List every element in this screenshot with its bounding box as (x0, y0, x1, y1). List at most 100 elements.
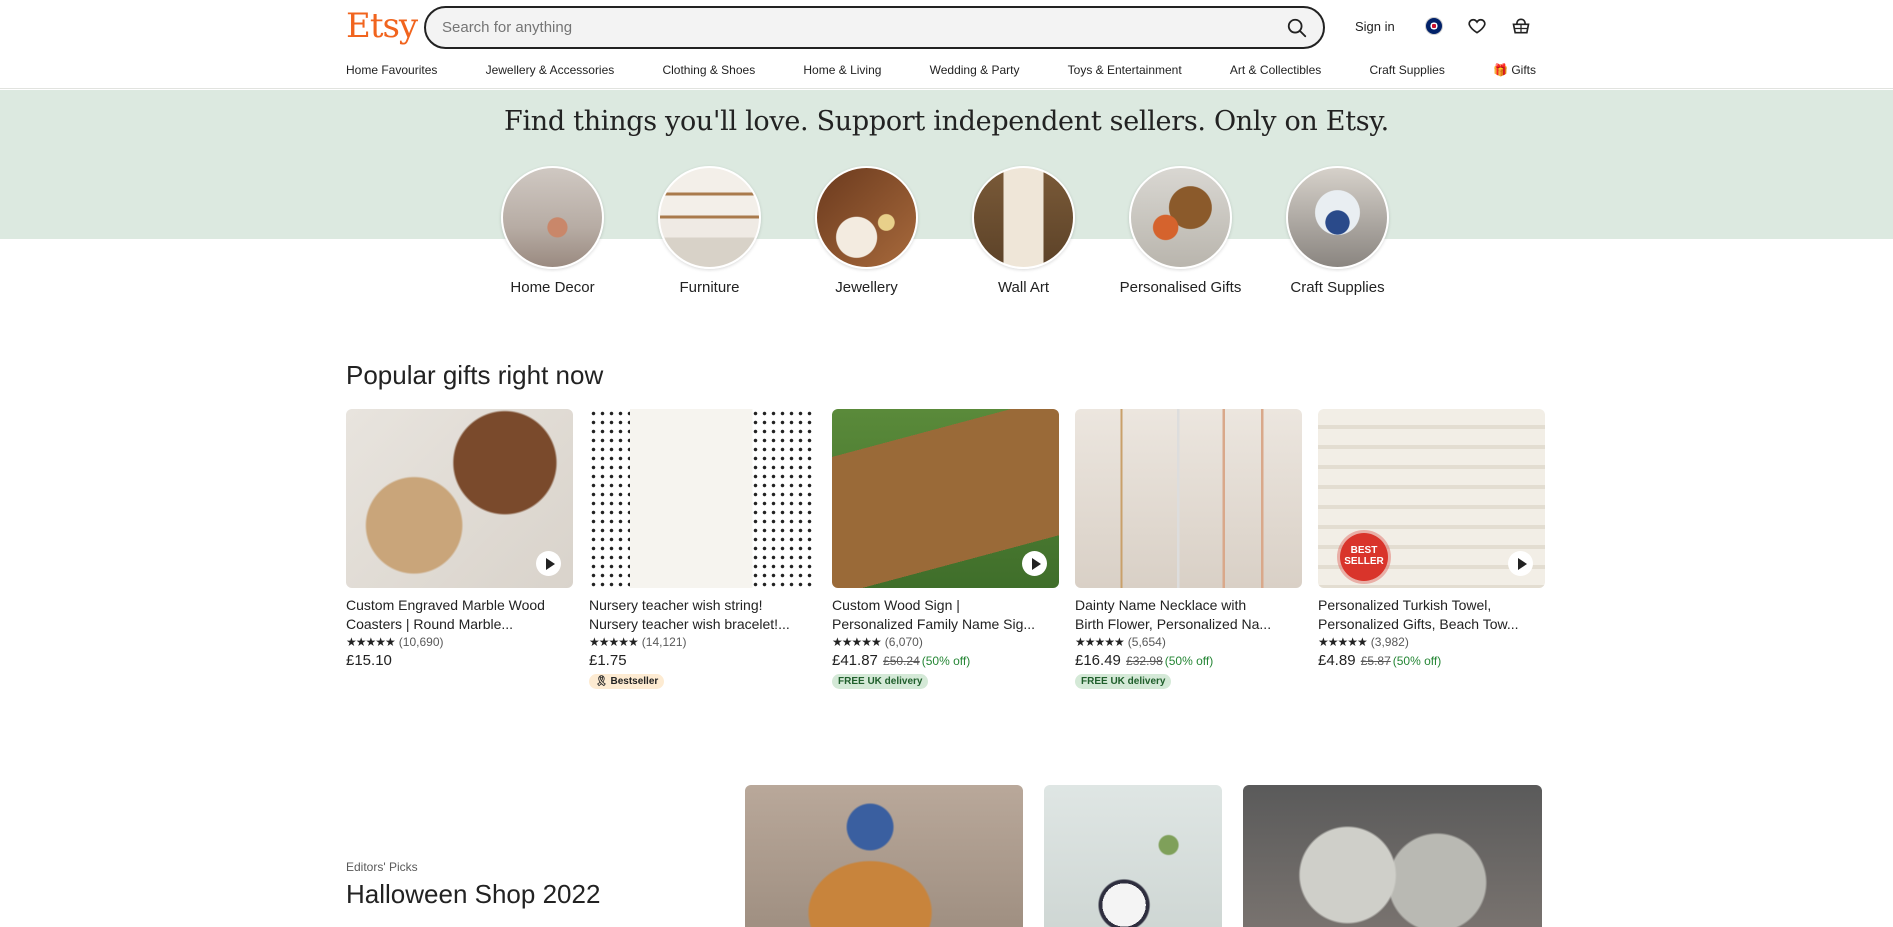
product-title-line: Nursery teacher wish bracelet!... (589, 616, 790, 632)
free-delivery-badge: FREE UK delivery (832, 674, 929, 689)
product-card[interactable]: Nursery teacher wish string! Nursery tea… (589, 409, 816, 689)
heart-icon (1468, 18, 1486, 34)
nav-home-living[interactable]: Home & Living (803, 63, 881, 77)
original-price: £32.98 (1126, 654, 1163, 668)
product-image[interactable] (1075, 409, 1302, 588)
category-jewellery[interactable]: Jewellery (815, 166, 918, 297)
sign-in-link[interactable]: Sign in (1355, 19, 1395, 34)
product-price: £1.75 (589, 652, 627, 669)
star-rating-icon: ★★★★★ (832, 635, 882, 649)
search-button[interactable] (1281, 12, 1313, 44)
nav-craft-supplies[interactable]: Craft Supplies (1369, 63, 1444, 77)
search-input[interactable] (442, 8, 1262, 47)
play-video-button[interactable] (1508, 551, 1533, 576)
product-price: £41.87 (832, 652, 878, 669)
product-image[interactable] (346, 409, 573, 588)
category-image (501, 166, 604, 269)
nav-home-favourites[interactable]: Home Favourites (346, 63, 437, 77)
nav-toys[interactable]: Toys & Entertainment (1068, 63, 1182, 77)
product-image[interactable] (589, 409, 816, 588)
product-card[interactable]: Custom Engraved Marble Wood Coasters | R… (346, 409, 573, 689)
product-price-row: £16.49 £32.98 (50% off) (1075, 652, 1302, 669)
popular-gifts-title: Popular gifts right now (346, 360, 604, 390)
category-label: Personalised Gifts (1119, 279, 1242, 296)
product-card[interactable]: Custom Wood Sign | Personalized Family N… (832, 409, 1059, 689)
product-price-row: £4.89 £5.87 (50% off) (1318, 652, 1545, 669)
product-price-row: £41.87 £50.24 (50% off) (832, 652, 1059, 669)
star-rating-icon: ★★★★★ (589, 635, 639, 649)
search-icon (1287, 18, 1307, 38)
bestseller-label: Bestseller (610, 676, 659, 687)
basket-button[interactable] (1509, 14, 1533, 38)
review-count: (10,690) (398, 635, 444, 649)
product-title-line: Nursery teacher wish string! (589, 597, 763, 613)
category-craft-supplies[interactable]: Craft Supplies (1286, 166, 1389, 297)
nav-clothing[interactable]: Clothing & Shoes (662, 63, 755, 77)
nav-art[interactable]: Art & Collectibles (1230, 63, 1321, 77)
editors-picks-kicker: Editors' Picks (346, 860, 418, 874)
product-price: £15.10 (346, 652, 392, 669)
category-label: Furniture (679, 279, 740, 296)
product-title-line: Personalized Turkish Towel, (1318, 597, 1492, 613)
category-label: Home Decor (510, 279, 595, 296)
product-rating: ★★★★★ (6,070) (832, 635, 1059, 649)
gift-icon: 🎁 (1493, 63, 1508, 77)
star-rating-icon: ★★★★★ (1075, 635, 1125, 649)
category-furniture[interactable]: Furniture (658, 166, 761, 297)
play-video-button[interactable] (536, 551, 561, 576)
product-rating: ★★★★★ (14,121) (589, 635, 816, 649)
original-price: £5.87 (1360, 654, 1391, 668)
site-header: Etsy Sign in Home Favourites Jewellery &… (0, 0, 1893, 89)
basket-icon (1512, 18, 1530, 34)
product-title[interactable]: Personalized Turkish Towel, Personalized… (1318, 596, 1545, 634)
nav-gifts[interactable]: 🎁 Gifts (1493, 63, 1536, 77)
play-video-button[interactable] (1022, 551, 1047, 576)
product-title[interactable]: Dainty Name Necklace with Birth Flower, … (1075, 596, 1302, 634)
category-label: Wall Art (997, 279, 1050, 296)
editors-picks-title[interactable]: Halloween Shop 2022 (346, 879, 600, 910)
best-seller-seal: BEST SELLER (1340, 533, 1388, 581)
product-price: £16.49 (1075, 652, 1121, 669)
product-price-row: £15.10 (346, 652, 573, 669)
product-image[interactable] (832, 409, 1059, 588)
nav-gifts-label: Gifts (1511, 63, 1536, 77)
review-count: (5,654) (1127, 635, 1166, 649)
category-label: Jewellery (835, 279, 898, 296)
category-image (1129, 166, 1232, 269)
product-title-line: Personalized Gifts, Beach Tow... (1318, 616, 1519, 632)
product-title-line: Personalized Family Name Sig... (832, 616, 1036, 632)
nav-jewellery[interactable]: Jewellery & Accessories (486, 63, 615, 77)
discount-label: (50% off) (921, 654, 971, 668)
product-title[interactable]: Custom Engraved Marble Wood Coasters | R… (346, 596, 573, 634)
region-button[interactable] (1422, 14, 1446, 38)
product-title-line: Coasters | Round Marble... (346, 616, 514, 632)
category-personalised-gifts[interactable]: Personalised Gifts (1120, 166, 1241, 297)
hero-title: Find things you'll love. Support indepen… (504, 106, 1389, 137)
nav-wedding[interactable]: Wedding & Party (930, 63, 1020, 77)
favourites-button[interactable] (1465, 14, 1489, 38)
category-home-decor[interactable]: Home Decor (501, 166, 604, 297)
product-image[interactable]: BEST SELLER (1318, 409, 1545, 588)
category-wall-art[interactable]: Wall Art (972, 166, 1075, 297)
etsy-logo[interactable]: Etsy (346, 6, 418, 46)
bestseller-badge: 🎗 Bestseller (589, 674, 665, 689)
discount-label: (50% off) (1164, 654, 1214, 668)
product-title-line: Birth Flower, Personalized Na... (1075, 616, 1272, 632)
editors-pick-image[interactable] (1044, 785, 1222, 927)
star-rating-icon: ★★★★★ (1318, 635, 1368, 649)
product-title[interactable]: Nursery teacher wish string! Nursery tea… (589, 596, 816, 634)
original-price: £50.24 (883, 654, 920, 668)
star-rating-icon: ★★★★★ (346, 635, 396, 649)
product-card[interactable]: Dainty Name Necklace with Birth Flower, … (1075, 409, 1302, 689)
product-card[interactable]: BEST SELLER Personalized Turkish Towel, … (1318, 409, 1545, 689)
free-delivery-badge: FREE UK delivery (1075, 674, 1172, 689)
search-bar[interactable] (424, 6, 1325, 49)
review-count: (6,070) (884, 635, 923, 649)
editors-pick-image[interactable] (745, 785, 1023, 927)
editors-pick-image[interactable] (1243, 785, 1542, 927)
product-title[interactable]: Custom Wood Sign | Personalized Family N… (832, 596, 1059, 634)
category-circles: Home Decor Furniture Jewellery Wall Art … (501, 166, 1389, 297)
review-count: (3,982) (1370, 635, 1409, 649)
popular-products: Custom Engraved Marble Wood Coasters | R… (346, 409, 1545, 689)
product-title-line: Custom Wood Sign | (832, 597, 960, 613)
